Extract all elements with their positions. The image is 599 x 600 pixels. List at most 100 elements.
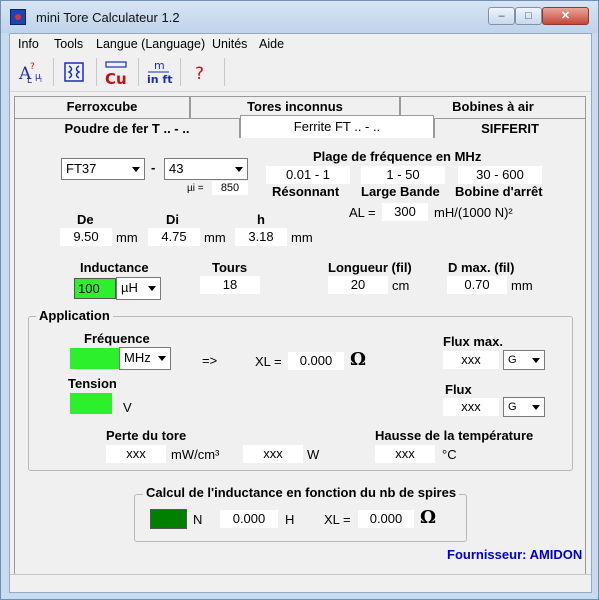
arrow-label: =>: [202, 353, 218, 368]
menu-tools[interactable]: Tools: [54, 37, 83, 51]
mu-value: 850: [212, 181, 248, 195]
tours-value: 18: [200, 276, 260, 294]
svg-text:Cu: Cu: [105, 70, 127, 87]
app-icon[interactable]: [10, 9, 26, 25]
longueur-unit: cm: [392, 278, 410, 293]
menu-info[interactable]: Info: [18, 37, 39, 51]
di-label: Di: [166, 212, 179, 227]
al-value: 300: [382, 203, 428, 221]
spires-input[interactable]: [150, 509, 187, 529]
window-title: mini Tore Calculateur 1.2: [36, 10, 180, 25]
h-value: 3.18: [235, 228, 287, 246]
menu-unites[interactable]: Unités: [212, 37, 247, 51]
tab-ferrite-ft[interactable]: Ferrite FT .. - ..: [240, 115, 434, 139]
menu-langue[interactable]: Langue (Language): [96, 37, 205, 51]
resonant-label: Résonnant: [272, 184, 340, 199]
svg-text:?: ?: [195, 64, 204, 84]
tab-sifferit[interactable]: SIFFERIT: [434, 118, 586, 140]
menu-aide[interactable]: Aide: [259, 37, 284, 51]
app-xl-label: XL =: [255, 354, 282, 369]
svg-text:in ft: in ft: [147, 73, 172, 86]
application-title: Application: [36, 308, 113, 323]
supplier-label: Fournisseur: AMIDON: [447, 547, 583, 562]
flux-max-label: Flux max.: [443, 334, 503, 349]
di-value: 4.75: [148, 228, 200, 246]
calc-xl-value: 0.000: [358, 510, 414, 528]
freq-range-wideband: 1 - 50: [361, 166, 445, 184]
al-mu-tool-icon[interactable]: A L? µ i: [16, 57, 46, 87]
calc-xl-label: XL =: [324, 512, 351, 527]
h-unit: mm: [291, 230, 313, 245]
calc-title: Calcul de l'inductance en fonction du nb…: [143, 485, 460, 500]
flux-unit-select[interactable]: G: [503, 397, 545, 417]
flux-max-value: xxx: [443, 351, 499, 369]
flux-max-unit-select[interactable]: G: [503, 350, 545, 370]
ferrite-panel: FT37 - 43 µi = 850 Plage de fréquence en…: [14, 138, 586, 588]
n-label: N: [193, 512, 203, 527]
de-unit: mm: [116, 230, 138, 245]
menu-bar: Info Tools Langue (Language) Unités Aide: [10, 34, 591, 54]
svg-text:L: L: [27, 76, 32, 86]
freq-range-resonant: 0.01 - 1: [266, 166, 350, 184]
flux-label: Flux: [445, 382, 472, 397]
di-unit: mm: [204, 230, 226, 245]
unit-convert-tool-icon[interactable]: m in ft: [143, 57, 173, 87]
calc-h-value: 0.000: [220, 510, 278, 528]
copper-wire-tool-icon[interactable]: Cu: [101, 57, 131, 88]
al-unit: mH/(1000 N)²: [434, 205, 513, 220]
coil-tool-icon[interactable]: [59, 57, 89, 87]
h-label: h: [257, 212, 265, 227]
frequence-input[interactable]: [70, 348, 120, 369]
app-xl-value: 0.000: [288, 352, 344, 370]
calc-h-unit: H: [285, 512, 295, 527]
perte-unit-w: W: [307, 447, 320, 462]
title-bar[interactable]: mini Tore Calculateur 1.2 – □ ✕: [1, 1, 598, 33]
perte-value-w: xxx: [243, 445, 303, 463]
core-type-select[interactable]: FT37: [61, 158, 145, 180]
de-label: De: [77, 212, 94, 227]
core-mix-select[interactable]: 43: [164, 158, 248, 180]
longueur-label: Longueur (fil): [328, 260, 412, 275]
tension-label: Tension: [68, 376, 117, 391]
tab-poudre-de-fer[interactable]: Poudre de fer T .. - ..: [14, 118, 240, 140]
dash-label: -: [151, 160, 156, 175]
svg-text:?: ?: [30, 62, 35, 72]
al-label: AL =: [349, 205, 376, 220]
longueur-value: 20: [328, 276, 388, 294]
close-button[interactable]: ✕: [542, 7, 589, 25]
svg-text:m: m: [154, 59, 165, 72]
flux-value: xxx: [443, 398, 499, 416]
hausse-unit: °C: [442, 447, 457, 462]
hausse-value: xxx: [375, 445, 435, 463]
toolbar: A L? µ i Cu m in ft ?: [10, 54, 591, 92]
wideband-label: Large Bande: [361, 184, 440, 199]
maximize-button[interactable]: □: [515, 7, 542, 25]
help-icon[interactable]: ?: [186, 57, 216, 87]
inductance-label: Inductance: [80, 260, 149, 275]
ohm-icon: Ω: [350, 349, 367, 370]
perte-label: Perte du tore: [106, 428, 187, 443]
frequence-label: Fréquence: [84, 331, 150, 346]
dmax-label: D max. (fil): [448, 260, 515, 275]
svg-text:i: i: [40, 76, 42, 84]
hausse-label: Hausse de la température: [375, 428, 534, 443]
dmax-unit: mm: [511, 278, 533, 293]
tours-label: Tours: [212, 260, 248, 275]
calc-ohm-icon: Ω: [420, 507, 437, 528]
de-value: 9.50: [60, 228, 112, 246]
tension-input[interactable]: [70, 393, 112, 414]
tab-ferroxcube[interactable]: Ferroxcube: [14, 96, 190, 118]
freq-range-title: Plage de fréquence en MHz: [313, 149, 482, 164]
status-bar: [10, 574, 591, 592]
mu-label: µi =: [187, 183, 204, 194]
freq-range-choke: 30 - 600: [458, 166, 542, 184]
minimize-button[interactable]: –: [488, 7, 515, 25]
perte-unit-mw: mW/cm³: [171, 447, 220, 462]
inductance-input[interactable]: 100: [74, 278, 116, 299]
choke-label: Bobine d'arrêt: [455, 184, 543, 199]
dmax-value: 0.70: [447, 276, 507, 294]
inductance-unit-select[interactable]: µH: [116, 277, 161, 300]
frequence-unit-select[interactable]: MHz: [119, 347, 171, 370]
client-area: Info Tools Langue (Language) Unités Aide…: [9, 33, 592, 593]
perte-value-mw: xxx: [106, 445, 166, 463]
